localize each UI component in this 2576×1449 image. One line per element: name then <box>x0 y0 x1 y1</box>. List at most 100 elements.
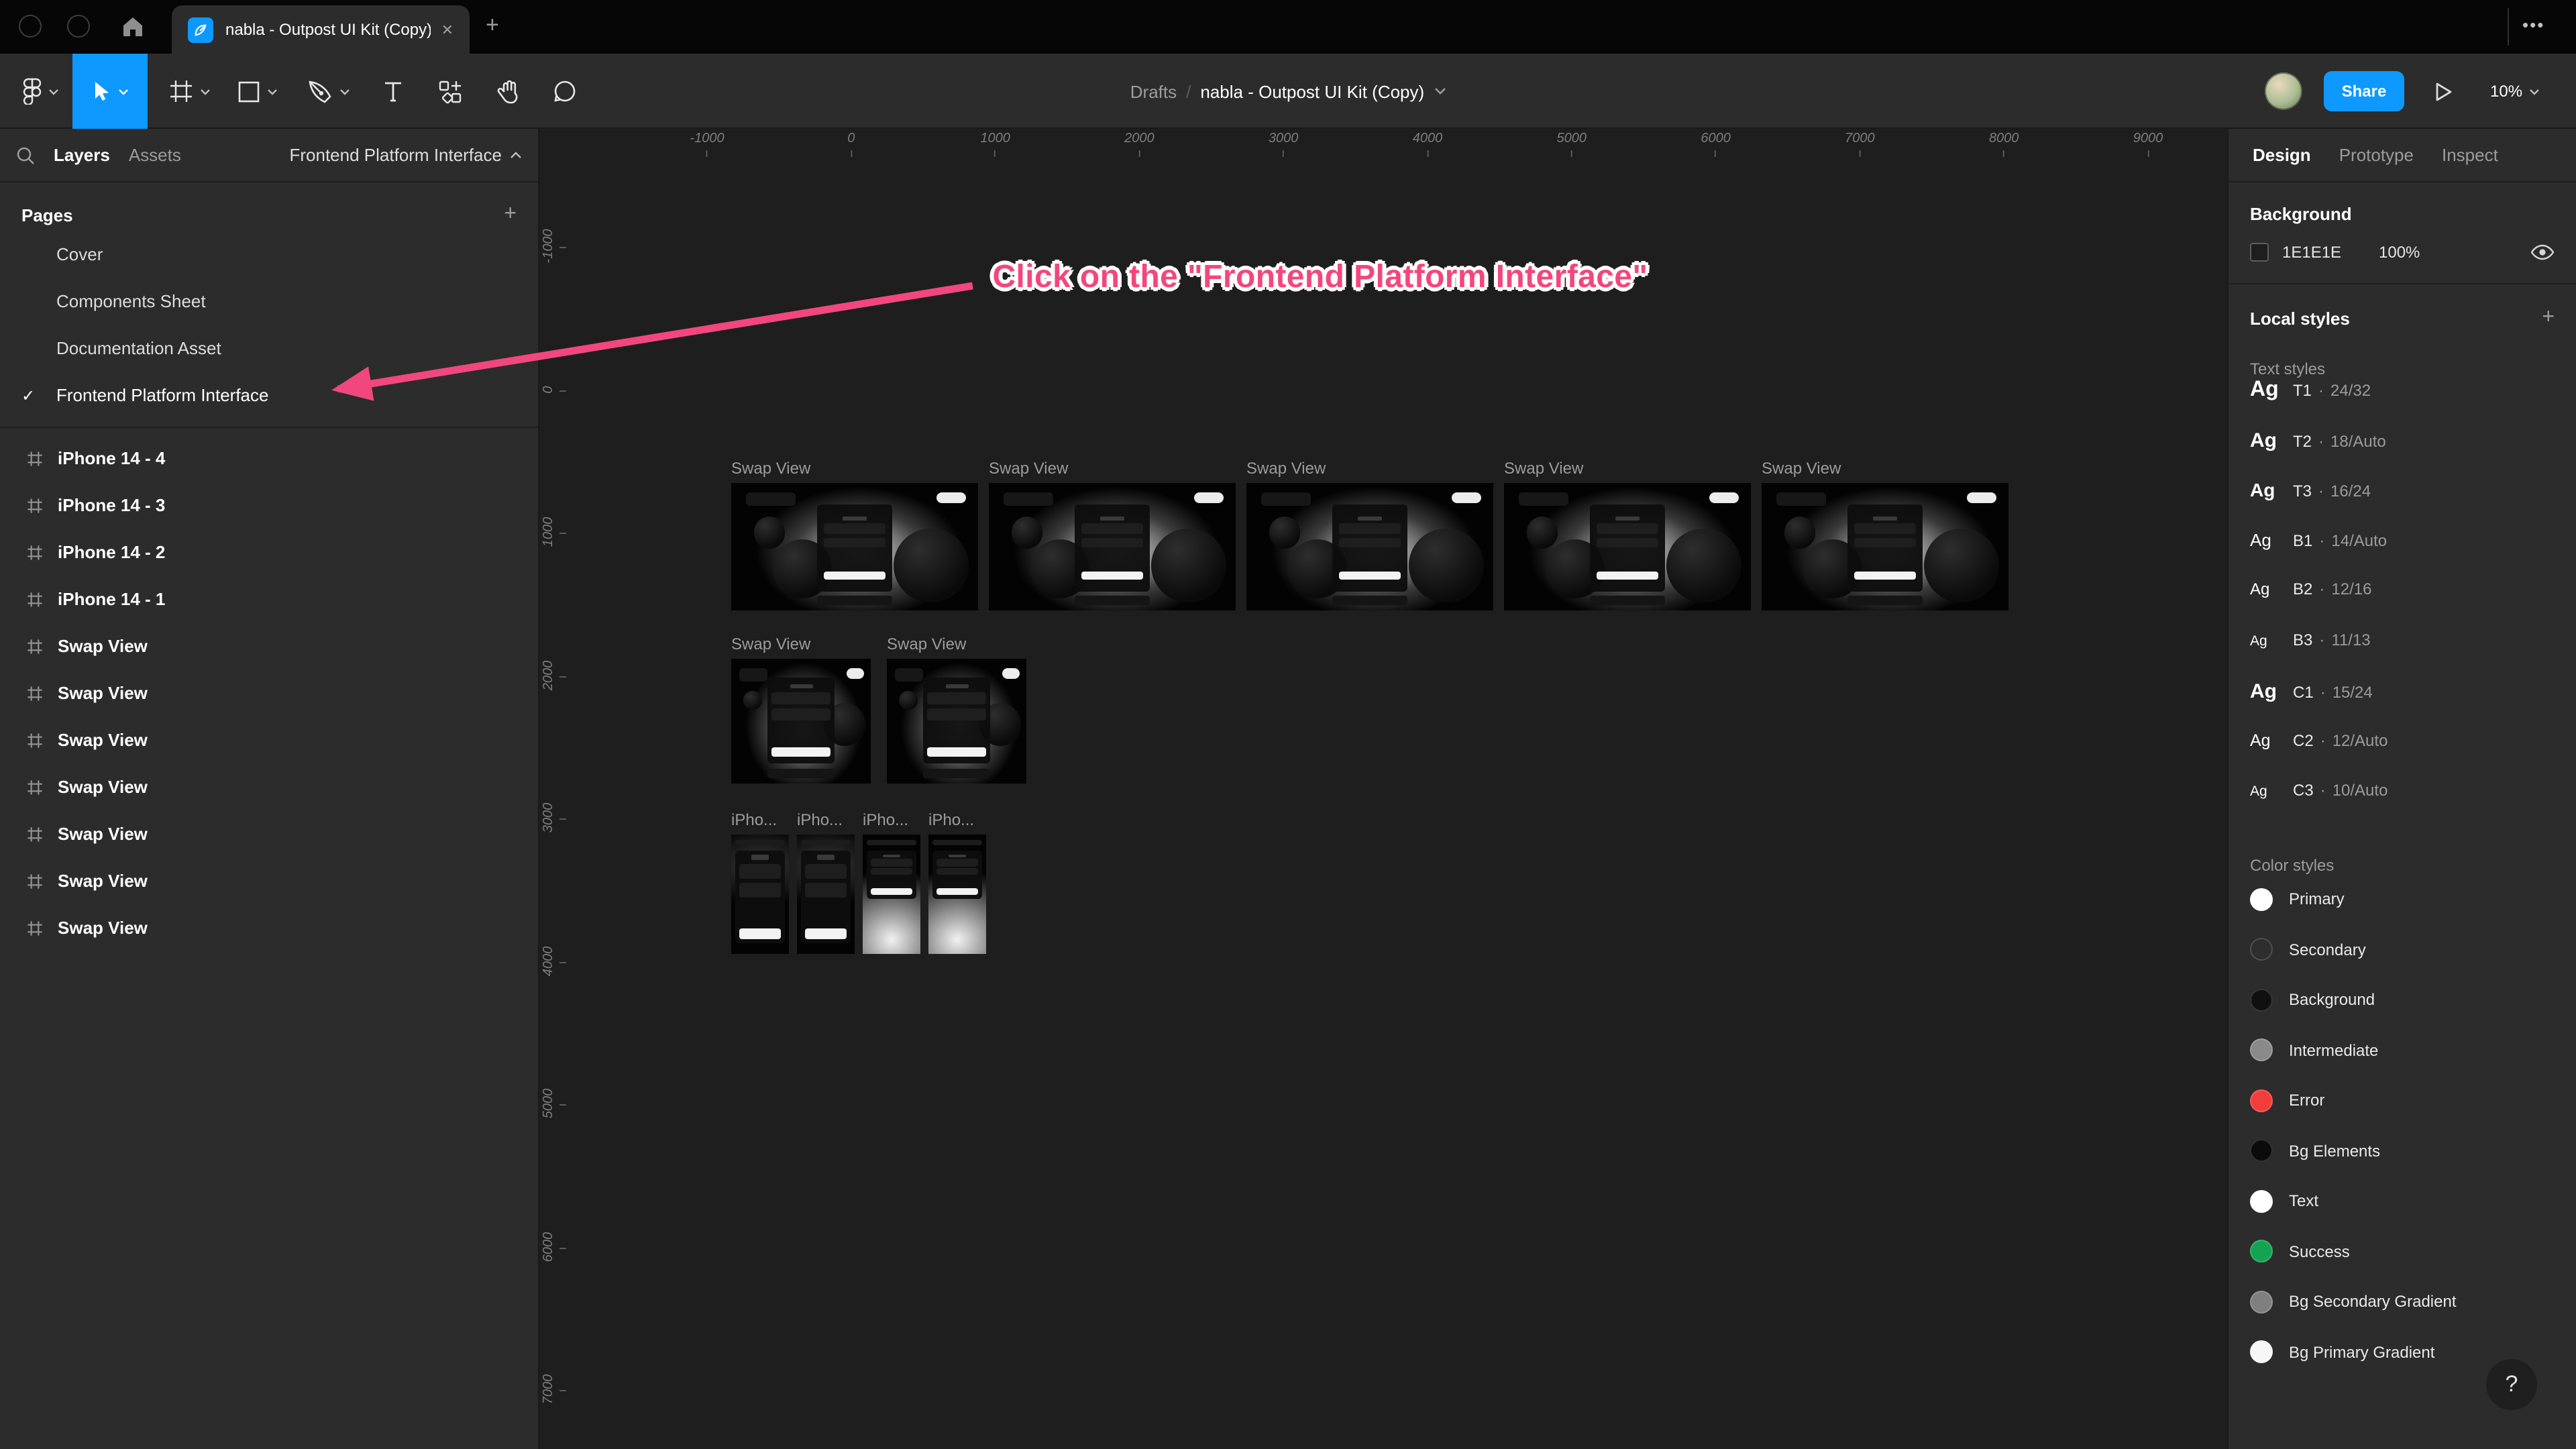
text-tool-button[interactable] <box>370 54 416 129</box>
frame-tool-button[interactable] <box>161 54 217 129</box>
frame-thumbnail[interactable] <box>1762 483 2008 610</box>
home-icon[interactable] <box>121 15 145 39</box>
text-style-item[interactable]: Ag C2 · 12/Auto <box>2250 731 2555 781</box>
text-style-item[interactable]: Ag C1 · 15/24 <box>2250 680 2555 731</box>
move-tool-button[interactable] <box>72 54 148 129</box>
sidebar-frame-item[interactable]: Swap View <box>0 623 538 669</box>
background-hex-value[interactable]: 1E1E1E <box>2282 243 2379 262</box>
hand-tool-button[interactable] <box>483 54 534 129</box>
sidebar-frame-item[interactable]: iPhone 14 - 4 <box>0 435 538 482</box>
sidebar-frame-item[interactable]: iPhone 14 - 1 <box>0 576 538 623</box>
frame-title[interactable]: iPho... <box>797 810 855 829</box>
canvas-frame[interactable]: iPho... <box>797 810 855 954</box>
color-style-item[interactable]: Secondary <box>2250 924 2555 975</box>
close-tab-icon[interactable]: ✕ <box>441 21 453 38</box>
eye-icon[interactable] <box>2530 244 2555 260</box>
sidebar-frame-item[interactable]: Swap View <box>0 669 538 716</box>
window-control-icon[interactable] <box>67 15 90 38</box>
sidebar-frame-item[interactable]: Swap View <box>0 716 538 763</box>
frame-title[interactable]: Swap View <box>731 635 871 653</box>
color-style-item[interactable]: Primary <box>2250 874 2555 924</box>
canvas-frame[interactable]: Swap View <box>1504 459 1751 610</box>
frame-thumbnail[interactable] <box>797 835 855 954</box>
canvas-frame[interactable]: Swap View <box>731 459 978 610</box>
sidebar-frame-item[interactable]: Swap View <box>0 763 538 810</box>
frame-thumbnail[interactable] <box>731 483 978 610</box>
zoom-menu[interactable]: 10% <box>2490 54 2540 129</box>
canvas-frame[interactable]: Swap View <box>1246 459 1493 610</box>
frame-title[interactable]: Swap View <box>1246 459 1493 478</box>
add-style-button[interactable]: + <box>2542 306 2555 330</box>
comment-tool-button[interactable] <box>539 54 590 129</box>
frame-thumbnail[interactable] <box>731 835 789 954</box>
color-style-item[interactable]: Bg Elements <box>2250 1126 2555 1176</box>
chevron-down-icon[interactable] <box>1434 87 1446 95</box>
search-icon[interactable] <box>16 146 35 164</box>
color-style-item[interactable]: Success <box>2250 1226 2555 1277</box>
window-control-icon[interactable] <box>19 15 42 38</box>
canvas-frame[interactable]: iPho... <box>731 810 789 954</box>
present-play-icon[interactable] <box>2435 82 2453 102</box>
window-menu-icon[interactable]: ••• <box>2522 15 2544 35</box>
canvas-frame[interactable]: iPho... <box>863 810 920 954</box>
frame-title[interactable]: Swap View <box>887 635 1026 653</box>
breadcrumb-file-name[interactable]: nabla - Outpost UI Kit (Copy) <box>1200 81 1424 101</box>
new-tab-button[interactable]: + <box>486 12 499 39</box>
sidebar-page-item[interactable]: ✓ Documentation Asset <box>0 325 538 372</box>
frame-thumbnail[interactable] <box>989 483 1236 610</box>
components-tool-button[interactable] <box>424 54 475 129</box>
frame-thumbnail[interactable] <box>1504 483 1751 610</box>
canvas-frame[interactable]: Swap View <box>731 635 871 784</box>
color-style-item[interactable]: Error <box>2250 1075 2555 1126</box>
breadcrumb-project[interactable]: Drafts <box>1130 81 1177 101</box>
canvas-frame[interactable]: Swap View <box>887 635 1026 784</box>
sidebar-frame-item[interactable]: iPhone 14 - 2 <box>0 529 538 576</box>
frame-title[interactable]: Swap View <box>731 459 978 478</box>
frame-title[interactable]: iPho... <box>863 810 920 829</box>
page-selector[interactable]: Frontend Platform Interface <box>290 145 523 165</box>
sidebar-frame-item[interactable]: Swap View <box>0 810 538 857</box>
text-style-item[interactable]: Ag C3 · 10/Auto <box>2250 781 2555 831</box>
text-style-item[interactable]: Ag B3 · 11/13 <box>2250 630 2555 680</box>
frame-title[interactable]: Swap View <box>1762 459 2008 478</box>
user-avatar[interactable] <box>2265 72 2302 110</box>
frame-title[interactable]: iPho... <box>731 810 789 829</box>
tab-layers[interactable]: Layers <box>54 145 110 165</box>
add-page-button[interactable]: + <box>504 203 517 227</box>
frame-title[interactable]: iPho... <box>928 810 986 829</box>
text-style-item[interactable]: Ag T2 · 18/Auto <box>2250 429 2555 479</box>
sidebar-page-item[interactable]: ✓ Frontend Platform Interface <box>0 372 538 419</box>
frame-title[interactable]: Swap View <box>1504 459 1751 478</box>
sidebar-frame-item[interactable]: Swap View <box>0 904 538 951</box>
text-style-item[interactable]: Ag B1 · 14/Auto <box>2250 529 2555 580</box>
frame-thumbnail[interactable] <box>863 835 920 954</box>
text-style-item[interactable]: Ag T3 · 16/24 <box>2250 479 2555 529</box>
tab-design[interactable]: Design <box>2253 145 2311 165</box>
color-style-item[interactable]: Background <box>2250 975 2555 1025</box>
pen-tool-button[interactable] <box>298 54 360 129</box>
tab-assets[interactable]: Assets <box>129 145 181 165</box>
tab-prototype[interactable]: Prototype <box>2339 145 2414 165</box>
frame-thumbnail[interactable] <box>1246 483 1493 610</box>
canvas[interactable]: -1000 0 1000 2000 3000 <box>539 129 2227 1449</box>
canvas-frame[interactable]: Swap View <box>1762 459 2008 610</box>
frame-thumbnail[interactable] <box>928 835 986 954</box>
share-button[interactable]: Share <box>2324 71 2404 111</box>
canvas-frame[interactable]: Swap View <box>989 459 1236 610</box>
frame-title[interactable]: Swap View <box>989 459 1236 478</box>
text-style-item[interactable]: Ag B2 · 12/16 <box>2250 580 2555 630</box>
sidebar-frame-item[interactable]: iPhone 14 - 3 <box>0 482 538 529</box>
shape-tool-button[interactable] <box>228 54 287 129</box>
background-opacity-value[interactable]: 100% <box>2379 243 2446 262</box>
tab-inspect[interactable]: Inspect <box>2442 145 2498 165</box>
sidebar-page-item[interactable]: ✓ Components Sheet <box>0 278 538 325</box>
sidebar-frame-item[interactable]: Swap View <box>0 857 538 904</box>
frame-thumbnail[interactable] <box>887 659 1026 784</box>
main-menu-button[interactable] <box>13 54 67 129</box>
color-style-item[interactable]: Bg Secondary Gradient <box>2250 1277 2555 1327</box>
color-style-item[interactable]: Intermediate <box>2250 1025 2555 1075</box>
sidebar-page-item[interactable]: ✓ Cover <box>0 231 538 278</box>
background-color-swatch[interactable] <box>2250 243 2269 262</box>
frame-thumbnail[interactable] <box>731 659 871 784</box>
text-style-item[interactable]: Ag T1 · 24/32 <box>2250 378 2555 429</box>
